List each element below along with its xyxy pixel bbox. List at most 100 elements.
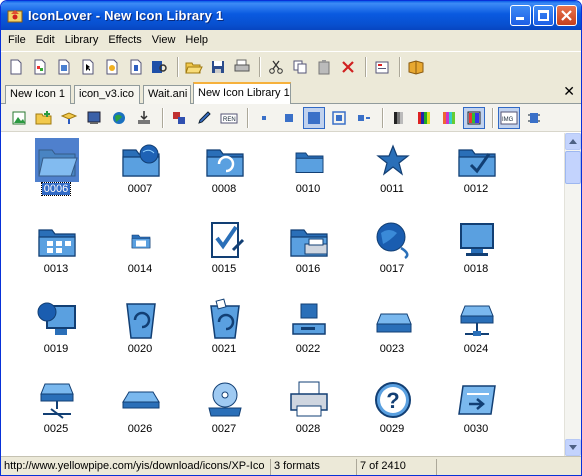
network-drive-alt-icon [35,378,79,422]
library-icon-item[interactable]: 0006 [14,133,98,213]
folder-apps-small-icon [119,218,163,262]
vertical-scrollbar[interactable] [564,133,581,456]
screen-capture-button[interactable] [83,107,105,129]
print-button[interactable] [231,56,253,78]
web-icon-button[interactable] [108,107,130,129]
open-button[interactable] [183,56,205,78]
library-icon-item[interactable]: 0021 [182,293,266,373]
library-icon-item[interactable]: 0011 [350,133,434,213]
library-icon-item[interactable]: 0022 [266,293,350,373]
size-tiny-button[interactable] [253,107,275,129]
size-list-button[interactable] [353,107,375,129]
add-folder-button[interactable] [33,107,55,129]
scroll-down-button[interactable] [565,439,581,456]
folder-check-icon [455,138,499,182]
maximize-button[interactable] [533,5,554,26]
help-book-button[interactable] [405,56,427,78]
new-library-button[interactable] [53,56,75,78]
cut-button[interactable] [265,56,287,78]
colors-16-button[interactable] [413,107,435,129]
size-custom-button[interactable] [328,107,350,129]
size-small-button[interactable] [278,107,300,129]
grayscale-button[interactable] [388,107,410,129]
menu-edit[interactable]: Edit [31,34,60,46]
tab-wait-ani[interactable]: Wait.ani [143,85,191,104]
properties-button[interactable] [371,56,393,78]
library-icon-item[interactable]: 0010 [266,133,350,213]
delete-button[interactable] [337,56,359,78]
icon-label: 0022 [295,343,321,355]
icon-search-button[interactable] [149,56,171,78]
size-large-button[interactable] [303,106,325,129]
copy-button[interactable] [289,56,311,78]
library-icon-item[interactable]: 0020 [98,293,182,373]
library-icon-item[interactable]: 0024 [434,293,518,373]
image-format-button[interactable]: IMG [498,106,520,129]
insert-image-button[interactable] [8,107,30,129]
title-bar[interactable]: IconLover - New Icon Library 1 [1,1,581,30]
new-image-button[interactable] [29,56,51,78]
library-icon-item[interactable]: ? 0029 [350,373,434,453]
copy-format-button[interactable] [168,107,190,129]
status-bar: http://www.yellowpipe.com/yis/download/i… [1,456,581,475]
icon-label: 0014 [127,263,153,275]
minimize-button[interactable] [510,5,531,26]
new-cursor-button[interactable] [77,56,99,78]
menu-view[interactable]: View [147,34,181,46]
tab-new-icon-1[interactable]: New Icon 1 [5,85,71,104]
arrow-up-icon [569,139,577,144]
library-icon-item[interactable]: 0008 [182,133,266,213]
scroll-up-button[interactable] [565,133,581,150]
drive-flat-icon [119,378,163,422]
save-button[interactable] [207,56,229,78]
colors-true-button[interactable] [463,106,485,129]
library-icon-item[interactable]: 0017 [350,213,434,293]
new-file-button[interactable] [5,56,27,78]
icon-label: 0021 [211,343,237,355]
menu-file[interactable]: File [3,34,31,46]
arrow-down-icon [569,445,577,450]
library-icon-item[interactable]: 0023 [350,293,434,373]
search-icon [152,60,167,73]
rename-icon: REN [220,113,238,123]
folder-small-icon [287,138,331,182]
library-icon-item[interactable]: 0028 [266,373,350,453]
library-icon-item[interactable]: 0013 [14,213,98,293]
paste-icon [318,59,330,74]
menu-help[interactable]: Help [180,34,213,46]
edit-button[interactable] [193,107,215,129]
palette-true-icon [467,111,481,124]
scroll-thumb[interactable] [565,151,581,184]
library-icon-item[interactable]: 0025 [14,373,98,453]
download-button[interactable] [133,107,155,129]
extra-options-button[interactable] [523,107,545,129]
library-icon-item[interactable]: 0015 [182,213,266,293]
monitor-icon [455,218,499,262]
library-icon-item[interactable]: 0007 [98,133,182,213]
library-icon-item[interactable]: 0027 [182,373,266,453]
new-ani-button[interactable] [125,56,147,78]
extract-button[interactable] [58,107,80,129]
rename-button[interactable]: REN [218,107,240,129]
library-icon-item[interactable]: 0030 [434,373,518,453]
menu-effects[interactable]: Effects [103,34,146,46]
colors-256-button[interactable] [438,107,460,129]
tab-icon-v3[interactable]: icon_v3.ico [74,85,140,104]
main-toolbar [1,51,581,81]
new-animated-button[interactable] [101,56,123,78]
library-icon-item[interactable]: 0026 [98,373,182,453]
library-icon-item[interactable]: 0014 [98,213,182,293]
new-file-icon [10,59,22,74]
palette-16-icon [418,111,430,124]
paste-button[interactable] [313,56,335,78]
menu-library[interactable]: Library [60,34,104,46]
library-icon-item[interactable]: 0012 [434,133,518,213]
library-icon-item[interactable]: 0018 [434,213,518,293]
tab-new-icon-library-1[interactable]: New Icon Library 1 [193,82,291,104]
library-icon-item[interactable]: 0019 [14,293,98,373]
status-url: http://www.yellowpipe.com/yis/download/i… [1,458,271,475]
floppy-drive-icon [287,298,331,342]
close-tab-icon[interactable]: ✕ [563,83,575,100]
close-button[interactable] [556,5,577,26]
library-icon-item[interactable]: 0016 [266,213,350,293]
